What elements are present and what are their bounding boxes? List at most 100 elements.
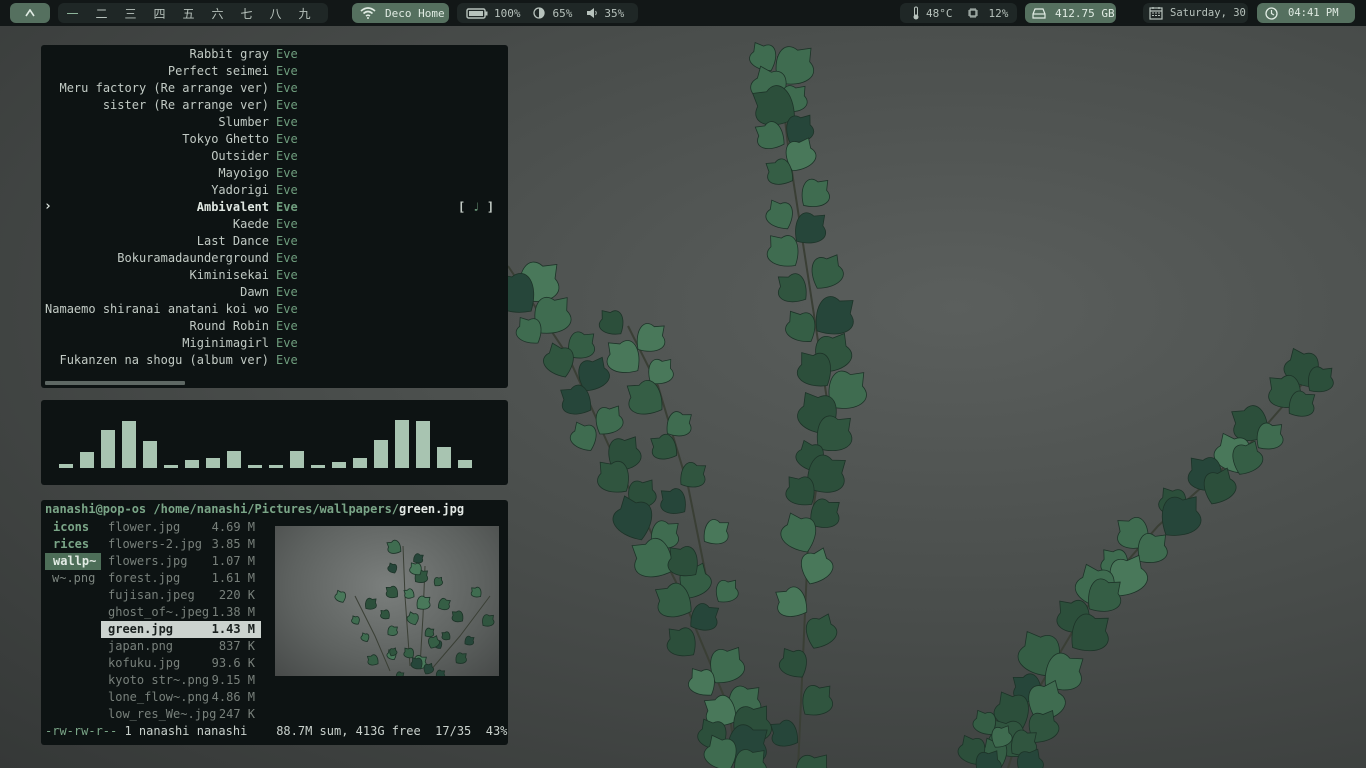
file-name: flower.jpg xyxy=(108,520,181,534)
track-artist: Eve xyxy=(276,234,298,248)
file-name: kyoto str~.png xyxy=(108,673,210,687)
workspace-3[interactable]: 三 xyxy=(116,5,145,22)
file-name: flowers-2.jpg xyxy=(108,537,202,551)
date-indicator[interactable]: Saturday, 30 xyxy=(1143,3,1248,23)
file-name: low_res_We~.jpg xyxy=(108,707,217,721)
track-title[interactable]: Kiminisekai xyxy=(41,268,269,282)
visualizer-bar xyxy=(437,447,451,468)
now-playing-tag: [ ♩ ] xyxy=(458,200,494,214)
file-permissions: -rw-rw-r-- xyxy=(45,724,118,738)
file-name: kofuku.jpg xyxy=(108,656,181,670)
sensor-status-group: 48°C 12% xyxy=(900,3,1017,23)
track-artist: Eve xyxy=(276,217,298,231)
user-host: nanashi@pop-os xyxy=(45,502,147,516)
battery-value: 100% xyxy=(494,6,521,20)
track-title[interactable]: Rabbit gray xyxy=(41,47,269,61)
track-title[interactable]: Meru factory (Re arrange ver) xyxy=(41,81,269,95)
file-size: 1.07 M xyxy=(211,554,255,568)
file-size: 1.61 M xyxy=(211,571,255,585)
clock-indicator[interactable]: 04:41 PM xyxy=(1257,3,1355,23)
track-artist: Eve xyxy=(276,81,298,95)
selection-marker: › xyxy=(44,199,52,214)
workspace-9[interactable]: 九 xyxy=(290,5,319,22)
file-row[interactable]: green.jpg 1.43 M xyxy=(101,621,261,638)
track-title[interactable]: Bokuramadaunderground xyxy=(41,251,269,265)
visualizer-bar xyxy=(122,421,136,468)
current-file: green.jpg xyxy=(399,502,465,516)
visualizer-bar xyxy=(164,465,178,468)
track-title[interactable]: Namaemo shiranai anatani koi wo xyxy=(41,302,269,316)
track-artist: Eve xyxy=(276,200,298,214)
file-row[interactable]: low_res_We~.jpg 247 K xyxy=(101,706,261,723)
workspace-8[interactable]: 八 xyxy=(261,5,290,22)
horizontal-scrollbar[interactable] xyxy=(45,381,185,385)
file-size: 247 K xyxy=(218,707,255,721)
track-title[interactable]: Fukanzen na shogu (album ver) xyxy=(41,353,269,367)
track-title[interactable]: Tokyo Ghetto xyxy=(41,132,269,146)
parent-entry[interactable]: wallp~ xyxy=(45,553,101,570)
hard-drive-icon xyxy=(1032,7,1046,19)
workspace-5[interactable]: 五 xyxy=(174,5,203,22)
track-title[interactable]: Yadorigi xyxy=(41,183,269,197)
workspace-7[interactable]: 七 xyxy=(232,5,261,22)
track-title[interactable]: Miginimagirl xyxy=(41,336,269,350)
cpu-icon xyxy=(967,7,979,19)
file-name: lone_flow~.png xyxy=(108,690,210,704)
workspace-1[interactable]: 一 xyxy=(58,5,87,22)
track-artist: Eve xyxy=(276,149,298,163)
ivy-wallpaper xyxy=(508,42,1334,768)
file-row[interactable]: lone_flow~.png 4.86 M xyxy=(101,689,261,706)
file-name: fujisan.jpeg xyxy=(108,588,195,602)
parent-entry[interactable]: w~.png xyxy=(45,570,101,587)
parent-entry[interactable]: rices xyxy=(45,536,101,553)
file-row[interactable]: flowers-2.jpg 3.85 M xyxy=(101,536,261,553)
visualizer-bar xyxy=(101,430,115,468)
track-title[interactable]: Dawn xyxy=(41,285,269,299)
file-row[interactable]: kofuku.jpg 93.6 K xyxy=(101,655,261,672)
track-title[interactable]: Slumber xyxy=(41,115,269,129)
file-name: japan.png xyxy=(108,639,174,653)
file-row[interactable]: ghost_of~.jpeg 1.38 M xyxy=(101,604,261,621)
track-title[interactable]: Perfect seimei xyxy=(41,64,269,78)
disk-indicator[interactable]: 412.75 GB xyxy=(1025,3,1116,23)
file-row[interactable]: japan.png 837 K xyxy=(101,638,261,655)
track-title[interactable]: sister (Re arrange ver) xyxy=(41,98,269,112)
system-status-group: 100% 65% 35% xyxy=(457,3,638,23)
track-artist: Eve xyxy=(276,319,298,333)
track-title[interactable]: Round Robin xyxy=(41,319,269,333)
workspace-switcher: 一二三四五六七八九 xyxy=(58,3,328,23)
launcher-button[interactable] xyxy=(10,3,50,23)
file-row[interactable]: kyoto str~.png 9.15 M xyxy=(101,672,261,689)
track-artist: Eve xyxy=(276,268,298,282)
visualizer-bar xyxy=(185,460,199,468)
track-artist: Eve xyxy=(276,98,298,112)
file-name: green.jpg xyxy=(108,622,174,636)
file-row[interactable]: fujisan.jpeg 220 K xyxy=(101,587,261,604)
track-title[interactable]: Outsider xyxy=(41,149,269,163)
track-title[interactable]: Ambivalent xyxy=(41,200,269,214)
cpu-value: 12% xyxy=(988,6,1009,20)
music-note-icon: ♩ xyxy=(472,200,480,214)
file-size: 4.86 M xyxy=(211,690,255,704)
workspace-4[interactable]: 四 xyxy=(145,5,174,22)
track-title[interactable]: Mayoigo xyxy=(41,166,269,180)
file-row[interactable]: forest.jpg 1.61 M xyxy=(101,570,261,587)
file-row[interactable]: flowers.jpg 1.07 M xyxy=(101,553,261,570)
workspace-6[interactable]: 六 xyxy=(203,5,232,22)
playlist-panel: Rabbit gray Eve Perfect seimei Eve Meru fact… xyxy=(41,45,508,388)
track-title[interactable]: Kaede xyxy=(41,217,269,231)
track-title[interactable]: Last Dance xyxy=(41,234,269,248)
visualizer-bar xyxy=(59,464,73,468)
parent-entry[interactable]: icons xyxy=(45,519,101,536)
file-row[interactable]: flower.jpg 4.69 M xyxy=(101,519,261,536)
clock-icon xyxy=(1265,6,1278,20)
status-line: -rw-rw-r-- 1 nanashi nanashi 88.7M sum, … xyxy=(45,724,507,738)
file-size: 4.69 M xyxy=(211,520,255,534)
path-bar: nanashi@pop-os /home/nanashi/Pictures/wa… xyxy=(45,502,464,516)
disk-value: 412.75 GB xyxy=(1055,6,1115,20)
wifi-indicator[interactable]: Deco Home xyxy=(352,3,449,23)
file-size: 3.85 M xyxy=(211,537,255,551)
visualizer-bar xyxy=(374,440,388,468)
visualizer-bar xyxy=(269,465,283,468)
workspace-2[interactable]: 二 xyxy=(87,5,116,22)
